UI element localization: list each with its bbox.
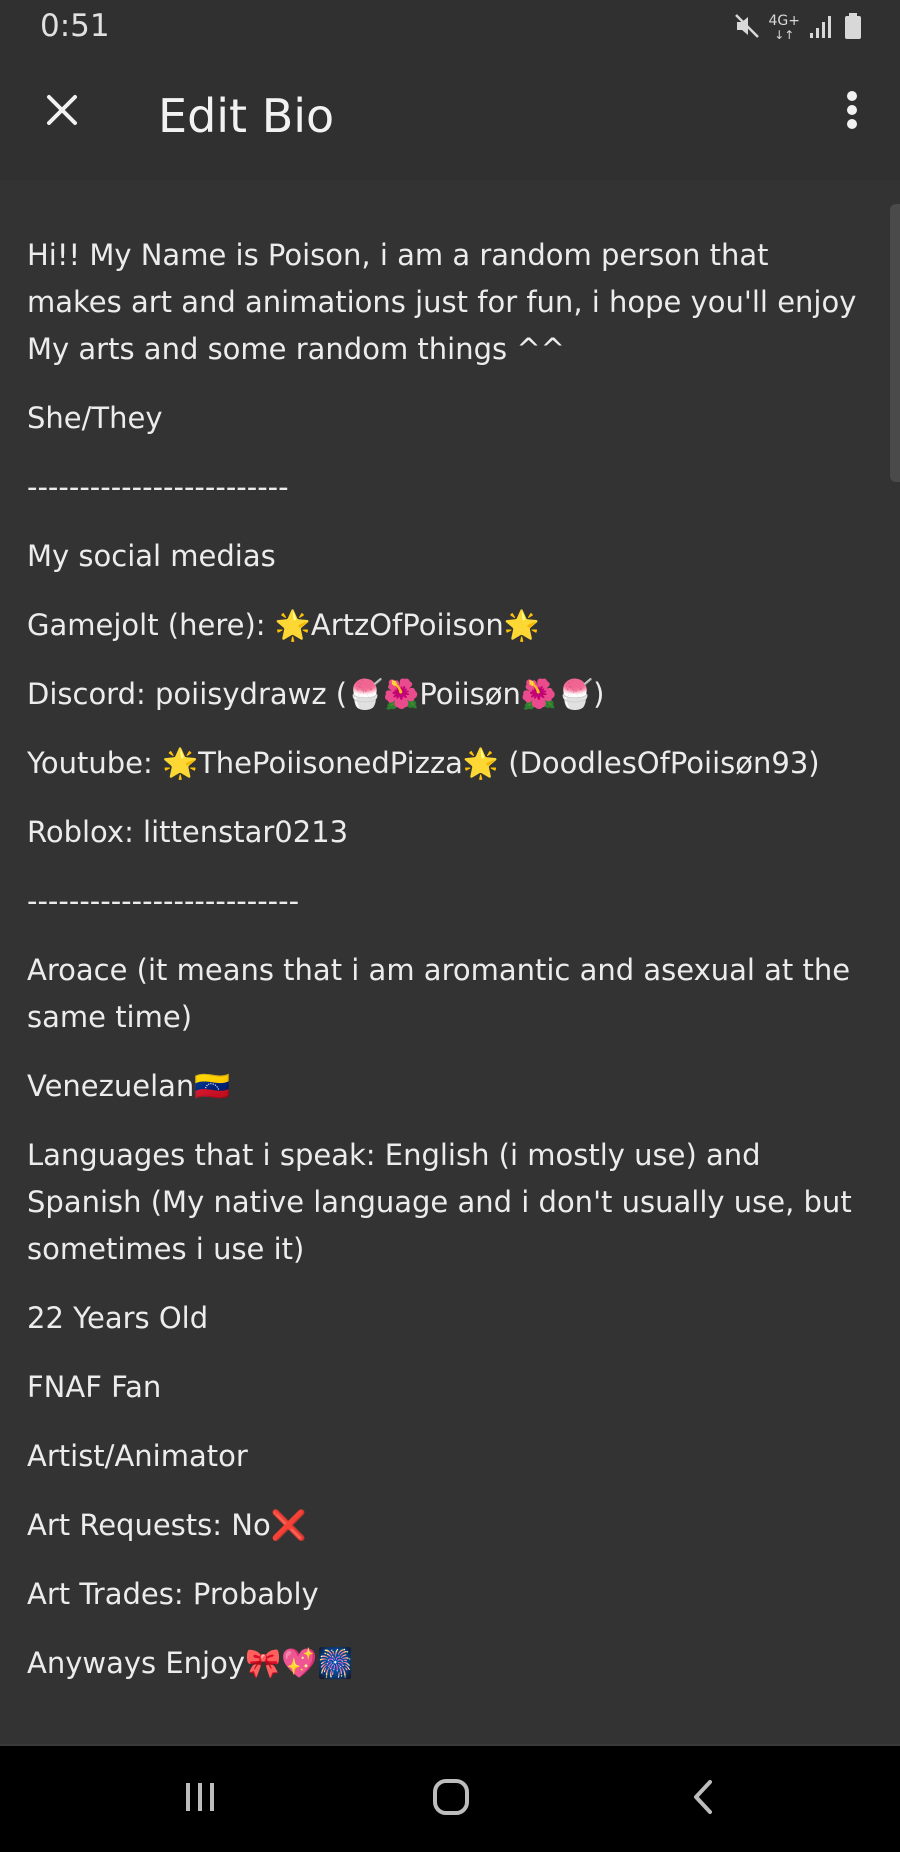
network-type-label: 4G+ (768, 13, 801, 29)
home-button[interactable] (416, 1766, 486, 1832)
page-title: Edit Bio (158, 89, 335, 143)
battery-icon (844, 12, 862, 44)
navigation-bar (0, 1746, 900, 1852)
bio-textarea[interactable]: Hi!! My Name is Poison, i am a random pe… (0, 180, 900, 1746)
close-icon (44, 92, 80, 132)
back-button[interactable] (668, 1766, 738, 1832)
bio-line: Languages that i speak: English (i mostl… (27, 1138, 861, 1266)
home-icon (431, 1777, 471, 1821)
bio-line: Aroace (it means that i am aromantic and… (27, 953, 860, 1034)
bio-text: Hi!! My Name is Poison, i am a random pe… (27, 232, 857, 1709)
bio-line: Anyways Enjoy🎀💖🎆 (27, 1646, 354, 1680)
data-arrows-icon: ↓↑ (774, 28, 795, 42)
more-vert-icon (846, 90, 858, 134)
bio-line: FNAF Fan (27, 1370, 162, 1404)
bio-divider: ------------------------- (27, 470, 289, 504)
recents-icon (182, 1780, 218, 1818)
status-bar: 0:51 4G+ ↓↑ (0, 0, 900, 56)
bio-line: She/They (27, 401, 163, 435)
recents-button[interactable] (165, 1766, 235, 1832)
bio-line: My social medias (27, 539, 276, 573)
bio-line: Venezuelan🇻🇪 (27, 1069, 231, 1103)
mute-icon (733, 12, 761, 44)
signal-icon (808, 13, 836, 43)
bio-line: Art Trades: Probably (27, 1577, 319, 1611)
bio-line: Art Requests: No❌ (27, 1508, 307, 1542)
bio-line: Roblox: littenstar0213 (27, 815, 349, 849)
status-icons: 4G+ ↓↑ (733, 12, 863, 44)
bio-line: Discord: poiisydrawz (🍧🌺Poiisøn🌺🍧) (27, 677, 605, 711)
scrollbar[interactable] (890, 204, 900, 482)
bio-divider: -------------------------- (27, 884, 300, 918)
close-button[interactable] (34, 84, 90, 140)
app-bar: Edit Bio (0, 56, 900, 176)
status-time: 0:51 (40, 8, 110, 44)
network-type-icon: 4G+ ↓↑ (769, 14, 801, 42)
bio-line: Gamejolt (here): 🌟ArtzOfPoiison🌟 (27, 608, 540, 642)
bio-line: Youtube: 🌟ThePoiisonedPizza🌟 (DoodlesOfP… (27, 746, 820, 780)
bio-line: Artist/Animator (27, 1439, 248, 1473)
back-icon (688, 1778, 718, 1820)
bio-line: Hi!! My Name is Poison, i am a random pe… (27, 238, 866, 366)
bio-line: 22 Years Old (27, 1301, 209, 1335)
more-options-button[interactable] (830, 84, 874, 140)
